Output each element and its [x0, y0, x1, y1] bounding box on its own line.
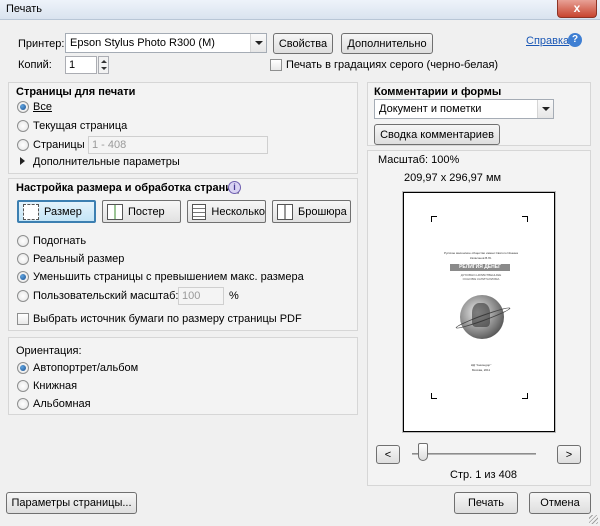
booklet-icon [277, 203, 293, 220]
resize-grip-icon[interactable] [589, 515, 598, 524]
summarize-comments-button[interactable]: Сводка комментариев [374, 124, 500, 145]
fit-label: Подогнать [33, 235, 87, 247]
size-icon [23, 203, 39, 220]
pages-panel-title: Страницы для печати [16, 86, 136, 98]
tab-size[interactable]: Размер [17, 200, 96, 223]
copies-label: Копий: [18, 59, 52, 71]
grayscale-label: Печать в градациях серого (черно-белая) [286, 59, 499, 71]
page-slider-track[interactable] [412, 453, 536, 455]
tab-multiple[interactable]: Несколько [187, 200, 266, 223]
orientation-title: Ориентация: [16, 345, 82, 357]
preview-author: Катасонов В.Ю. [469, 256, 492, 260]
shrink-label: Уменьшить страницы с превышением макс. р… [33, 271, 304, 283]
pages-current-radio[interactable] [17, 120, 29, 132]
printer-label: Принтер: [18, 38, 65, 50]
help-link[interactable]: Справка [526, 35, 569, 47]
preview-imprint-1: НД "Анкондор" [470, 363, 492, 367]
tab-poster[interactable]: Постер [102, 200, 181, 223]
tab-poster-label: Постер [128, 205, 165, 218]
shrink-radio[interactable] [17, 271, 29, 283]
custom-scale-input[interactable]: 100 [178, 287, 224, 305]
close-button[interactable]: x [557, 0, 597, 18]
window-title: Печать [6, 3, 43, 15]
orientation-auto-label: Автопортрет/альбом [33, 362, 139, 374]
sizing-panel-title: Настройка размера и обработка страниц [16, 182, 239, 194]
print-dialog: Печать x Принтер: Epson Stylus Photo R30… [0, 0, 600, 526]
actual-size-radio[interactable] [17, 253, 29, 265]
copies-stepper[interactable] [98, 56, 109, 74]
properties-button[interactable]: Свойства [273, 33, 333, 54]
title-bar: Печать x [0, 0, 600, 20]
chevron-down-icon[interactable] [250, 34, 266, 52]
orientation-landscape-radio[interactable] [17, 398, 29, 410]
prev-page-button[interactable]: < [376, 445, 400, 464]
more-options-label[interactable]: Дополнительные параметры [33, 156, 180, 168]
scale-label: Масштаб: 100% [378, 154, 460, 166]
comments-panel-title: Комментарии и формы [374, 86, 502, 98]
page-preview: Русское масонское общество имени Святого… [403, 192, 555, 432]
copies-input[interactable]: 1 [65, 56, 97, 74]
tab-booklet[interactable]: Брошюра [272, 200, 351, 223]
printer-select[interactable]: Epson Stylus Photo R300 (M) [65, 33, 267, 53]
preview-subtitle-2: ОСНОВЫ КАПИТАЛИЗМА [462, 277, 500, 281]
tab-booklet-label: Брошюра [298, 205, 347, 218]
preview-publisher-line: Русское масонское общество имени Святого… [444, 251, 518, 255]
poster-icon [107, 203, 123, 220]
orientation-portrait-label: Книжная [33, 380, 78, 392]
chevron-down-icon[interactable] [537, 100, 553, 118]
pages-all-label: Все [33, 101, 52, 113]
paper-source-label: Выбрать источник бумаги по размеру стран… [33, 313, 302, 325]
info-icon[interactable]: i [228, 181, 241, 194]
custom-scale-radio[interactable] [17, 290, 29, 302]
help-icon[interactable]: ? [568, 33, 582, 47]
print-button[interactable]: Печать [454, 492, 518, 514]
expand-triangle-icon[interactable] [20, 157, 25, 165]
pages-range-radio[interactable] [17, 139, 29, 151]
custom-scale-label: Пользовательский масштаб: [33, 290, 179, 302]
printer-select-value: Epson Stylus Photo R300 (M) [70, 37, 215, 49]
pages-current-label: Текущая страница [33, 120, 128, 132]
orientation-auto-radio[interactable] [17, 362, 29, 374]
page-size-label: 209,97 x 296,97 мм [404, 172, 502, 184]
multiple-pages-icon [192, 203, 207, 220]
page-status: Стр. 1 из 408 [450, 469, 517, 481]
pages-range-input[interactable]: 1 - 408 [88, 136, 268, 154]
orientation-portrait-radio[interactable] [17, 380, 29, 392]
actual-size-label: Реальный размер [33, 253, 125, 265]
pages-range-label: Страницы [33, 139, 85, 151]
advanced-button[interactable]: Дополнительно [341, 33, 433, 54]
comments-select-value: Документ и пометки [379, 103, 482, 115]
page-slider-handle[interactable] [418, 443, 428, 461]
fit-radio[interactable] [17, 235, 29, 247]
preview-cover-image [454, 289, 512, 347]
comments-select[interactable]: Документ и пометки [374, 99, 554, 119]
pages-all-radio[interactable] [17, 101, 29, 113]
page-setup-button[interactable]: Параметры страницы... [6, 492, 137, 514]
tab-size-label: Размер [44, 205, 82, 218]
preview-imprint-2: Москва, 2011 [471, 368, 491, 372]
preview-book-title: РЕЛИГИЯ ДЕНЕГ [450, 264, 510, 271]
next-page-button[interactable]: > [557, 445, 581, 464]
percent-label: % [229, 290, 239, 302]
grayscale-checkbox[interactable] [270, 59, 282, 71]
cancel-button[interactable]: Отмена [529, 492, 591, 514]
paper-source-checkbox[interactable] [17, 313, 29, 325]
tab-multiple-label: Несколько [211, 205, 265, 218]
orientation-landscape-label: Альбомная [33, 398, 91, 410]
